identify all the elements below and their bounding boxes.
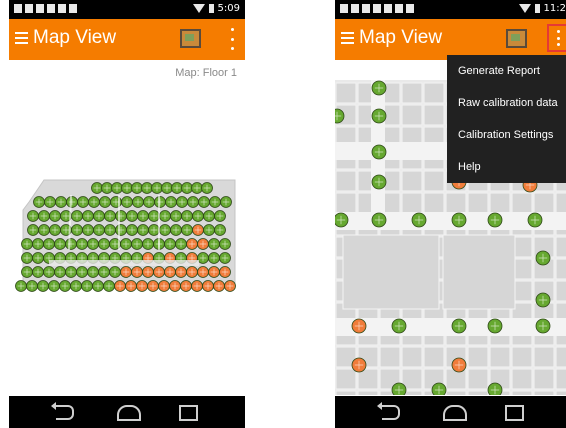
floor-tile [467,346,489,368]
floor-tile [335,170,357,192]
corridor [49,260,199,266]
floor-tile [423,82,445,104]
floor-tile [533,192,555,214]
recent-apps-icon[interactable] [505,405,524,421]
menu-item-calibration-settings[interactable]: Calibration Settings [447,119,566,151]
status-bar: 11:2 [335,0,566,19]
wifi-icon [192,4,205,13]
floor-tile [467,390,489,395]
navigation-bar [335,396,566,428]
back-icon[interactable] [51,402,74,420]
floor-tile [533,368,555,390]
floor-tile [489,192,511,214]
navigation-bar [9,396,245,428]
floor-tile [511,368,533,390]
floor-tile [445,390,467,395]
floor-tile [533,390,555,395]
floor-tile [467,192,489,214]
floor-tile [511,346,533,368]
floor-tile [555,236,566,258]
floor-tile [401,82,423,104]
floor-tile [489,346,511,368]
floor-tile [555,280,566,302]
floor-map[interactable] [9,60,245,395]
floor-tile [467,368,489,390]
map-content[interactable]: Map: Floor 1 [9,60,245,395]
floor-tile [379,346,401,368]
floor-tile [445,368,467,390]
room [342,234,440,310]
floor-tile [555,390,566,395]
floor-tile [335,82,357,104]
floor-tile [401,346,423,368]
menu-item-generate-report[interactable]: Generate Report [447,55,566,87]
room [442,234,516,310]
floor-tile [335,390,357,395]
left-phone-screen: 5:09 Map View Map: Floor 1 [9,0,245,428]
map-icon[interactable] [180,29,201,48]
app-bar: Map View [335,19,566,60]
right-phone-screen: 11:2 Map View Generate Report Raw calibr… [335,0,566,428]
floor-tile [357,390,379,395]
notification-icons [14,4,77,13]
floor-tile [335,192,357,214]
more-vert-icon[interactable] [226,28,238,50]
floor-tile [555,258,566,280]
more-vert-icon[interactable] [547,24,566,52]
status-time: 5:09 [217,3,240,14]
floor-tile [401,104,423,126]
floor-tile [533,346,555,368]
menu-item-raw-calibration-data[interactable]: Raw calibration data [447,87,566,119]
home-icon[interactable] [117,405,141,421]
floor-tile [423,192,445,214]
overflow-menu: Generate Report Raw calibration data Cal… [447,55,566,183]
floor-tile [335,368,357,390]
app-bar: Map View [9,19,245,60]
wifi-icon [518,4,531,13]
floor-tile [423,346,445,368]
floor-tile [423,104,445,126]
status-bar: 5:09 [9,0,245,19]
hamburger-icon[interactable] [15,32,28,45]
notification-icons [340,4,414,13]
floor-tile [423,170,445,192]
floor-tile [445,192,467,214]
map-icon[interactable] [506,29,527,48]
app-title: Map View [359,27,443,48]
hamburger-icon[interactable] [341,32,354,45]
floor-tile [555,368,566,390]
back-icon[interactable] [377,402,400,420]
recent-apps-icon[interactable] [179,405,198,421]
corridor [335,318,566,336]
menu-item-help[interactable]: Help [447,151,566,183]
floor-tile [555,192,566,214]
floor-tile [401,192,423,214]
floor-tile [511,390,533,395]
floor-tile [511,192,533,214]
battery-icon [208,4,214,13]
app-title: Map View [33,27,117,48]
home-icon[interactable] [443,405,467,421]
status-time: 11:2 [543,3,566,14]
battery-icon [534,4,540,13]
floor-tile [401,170,423,192]
floor-tile [555,346,566,368]
